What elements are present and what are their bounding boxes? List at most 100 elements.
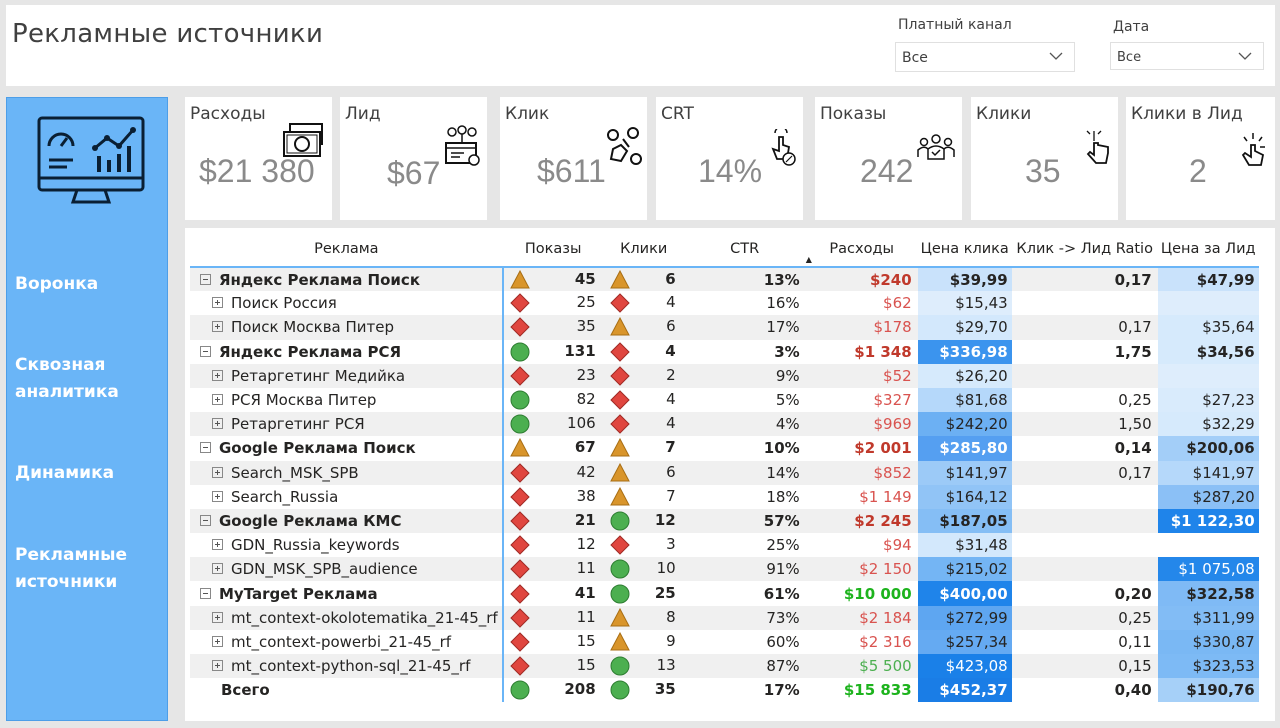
collapse-icon[interactable] (200, 273, 211, 285)
col-header-spend[interactable]: Расходы ▲ (805, 231, 918, 268)
table-row[interactable]: Search_Russia 38 7 18% $1 149 $164,12 $287,20 (190, 484, 1259, 509)
table-row[interactable]: GDN_Russia_keywords 12 3 25% $94 $31,48 (190, 533, 1259, 558)
cell-spend-value: $178 (873, 318, 912, 337)
cell-cpl: $1 075,08 (1157, 557, 1259, 582)
cell-ad-name[interactable]: mt_context-python-sql_21-45_rf (190, 654, 504, 679)
table-row[interactable]: mt_context-okolotematika_21-45_rf 11 8 73% $… (190, 605, 1259, 630)
table-row[interactable]: MyTarget Реклама 41 25 61% $10 000 $400,00 0,2… (190, 581, 1259, 606)
cell-ad-name[interactable]: GDN_MSK_SPB_audience (190, 557, 504, 582)
cell-impressions-value: 12 (576, 535, 596, 554)
cell-ad-name[interactable]: Поиск Москва Питер (190, 315, 504, 340)
cell-ad-name[interactable]: mt_context-okolotematika_21-45_rf (190, 605, 504, 630)
cell-clicks: 9 (603, 629, 684, 654)
table-row[interactable]: mt_context-powerbi_21-45_rf 15 9 60% $2 316 $… (190, 629, 1259, 654)
cell-cpl: $34,56 (1157, 339, 1259, 364)
collapse-icon[interactable] (200, 514, 211, 526)
warning-triangle-icon (609, 438, 630, 457)
alert-diamond-icon (509, 608, 530, 628)
cell-ratio (1011, 291, 1158, 316)
table-row[interactable]: Яндекс Реклама РСЯ 131 4 3% $1 348 $336,98 1,7… (190, 339, 1259, 364)
cell-ad-name[interactable]: mt_context-powerbi_21-45_rf (190, 629, 504, 654)
table-row[interactable]: GDN_MSK_SPB_audience 11 10 91% $2 150 $215,02… (190, 557, 1259, 582)
channel-dropdown[interactable]: Все (895, 42, 1075, 72)
table-row[interactable]: Ретаргетинг РСЯ 106 4 4% $969 $242,20 1,50 $32,… (190, 412, 1259, 437)
cell-impressions-value: 41 (574, 583, 596, 602)
cell-ad-name[interactable]: MyTarget Реклама (190, 581, 504, 606)
table-row[interactable]: Поиск Россия 25 4 16% $62 $15,43 (190, 291, 1259, 316)
alert-diamond-icon (509, 487, 530, 507)
cell-ad-name[interactable]: Ретаргетинг РСЯ (190, 412, 504, 437)
cell-ad-name[interactable]: Поиск Россия (190, 291, 504, 316)
expand-icon[interactable] (212, 369, 223, 381)
click-cost-icon (607, 127, 642, 165)
expand-icon[interactable] (212, 563, 223, 575)
cell-spend: $178 (805, 315, 918, 340)
cell-clicks-value: 3 (666, 535, 676, 554)
cell-ad-name[interactable]: Search_Russia (190, 484, 504, 509)
cell-impressions-value: 67 (574, 438, 596, 457)
table-row[interactable]: mt_context-python-sql_21-45_rf 15 13 87% $5 … (190, 654, 1259, 679)
ok-circle-icon (610, 559, 630, 579)
col-header-impressions[interactable]: Показы (502, 231, 604, 268)
col-header-ad[interactable]: Реклама (190, 231, 503, 268)
collapse-icon[interactable] (200, 442, 211, 454)
col-header-ctr[interactable]: CTR (683, 231, 806, 268)
cell-ad-name[interactable]: Google Реклама КМС (190, 508, 504, 534)
cell-cpl (1157, 291, 1259, 316)
cell-impressions-value: 82 (576, 390, 596, 409)
cell-spend-value: $94 (883, 536, 912, 555)
cell-ratio: 0,25 (1011, 605, 1158, 630)
expand-icon[interactable] (212, 539, 223, 551)
cell-cpc-value: $187,05 (939, 511, 1008, 530)
cell-clicks: 25 (603, 581, 684, 606)
cell-spend-value: $969 (873, 415, 912, 434)
expand-icon[interactable] (212, 321, 223, 333)
cell-ad-name[interactable]: Ретаргетинг Медийка (190, 363, 504, 388)
nav-funnel[interactable]: Воронка (15, 271, 98, 298)
kpi-value: 14% (698, 153, 763, 189)
cell-ad-name[interactable]: Search_MSK_SPB (190, 460, 504, 485)
expand-icon[interactable] (212, 635, 223, 647)
cell-impressions: 25 (502, 291, 604, 316)
nav-end-to-end-analytics[interactable]: Сквозная аналитика (15, 352, 135, 406)
table-total-row[interactable]: Всего 208 35 17% $15 833 $452,37 0,40 $190,76 (190, 678, 1259, 703)
col-header-ratio[interactable]: Клик -> Лид Ratio (1011, 231, 1158, 268)
table-row[interactable]: РСЯ Москва Питер 82 4 5% $327 $81,68 0,25 $27,2… (190, 387, 1259, 413)
nav-dynamics[interactable]: Динамика (15, 460, 114, 487)
cell-ad-name[interactable]: GDN_Russia_keywords (190, 533, 504, 558)
col-header-cpc[interactable]: Цена клика (917, 231, 1012, 268)
collapse-icon[interactable] (200, 587, 211, 599)
cell-cpc: $164,12 (917, 484, 1012, 509)
nav-ad-sources[interactable]: Рекламные источники (15, 542, 135, 596)
cell-cpc: $81,68 (917, 387, 1012, 413)
expand-icon[interactable] (212, 394, 223, 406)
cell-cpl-value: $323,53 (1192, 657, 1255, 676)
alert-diamond-icon (509, 535, 530, 555)
expand-icon[interactable] (212, 466, 223, 478)
expand-icon[interactable] (212, 490, 223, 502)
table-row[interactable]: Google Реклама КМС 21 12 57% $2 245 $187,05 $1… (190, 508, 1259, 534)
table-row[interactable]: Google Реклама Поиск 67 7 10% $2 001 $285,80 0… (190, 436, 1259, 461)
table-row[interactable]: Поиск Москва Питер 35 6 17% $178 $29,70 0,17 $3… (190, 315, 1259, 340)
table-row[interactable]: Search_MSK_SPB 42 6 14% $852 $141,97 0,17 $141,… (190, 460, 1259, 485)
cell-ad-name[interactable]: Google Реклама Поиск (190, 436, 504, 461)
cell-ad-name[interactable]: Яндекс Реклама РСЯ (190, 339, 504, 364)
collapse-icon[interactable] (200, 345, 211, 357)
cell-clicks-value: 2 (666, 365, 676, 384)
col-header-clicks[interactable]: Клики (603, 231, 684, 268)
expand-icon[interactable] (212, 297, 223, 309)
chevron-down-icon (1049, 52, 1063, 60)
expand-icon[interactable] (212, 660, 223, 672)
date-dropdown[interactable]: Все (1110, 42, 1264, 70)
cell-ad-name[interactable]: Яндекс Реклама Поиск (190, 267, 504, 292)
cell-ad-name[interactable]: РСЯ Москва Питер (190, 387, 504, 413)
ad-name-label: Поиск Россия (231, 294, 337, 313)
col-header-cpl[interactable]: Цена за Лид (1157, 231, 1259, 268)
cell-impressions-value: 11 (576, 607, 596, 626)
cell-ctr-value: 5% (775, 391, 800, 410)
expand-icon[interactable] (212, 418, 223, 430)
expand-icon[interactable] (212, 611, 223, 623)
table-row[interactable]: Ретаргетинг Медийка 23 2 9% $52 $26,20 (190, 363, 1259, 388)
table-row[interactable]: Яндекс Реклама Поиск 45 6 13% $240 $39,99 0,17… (190, 267, 1259, 292)
cell-ctr-value: 91% (766, 560, 800, 579)
